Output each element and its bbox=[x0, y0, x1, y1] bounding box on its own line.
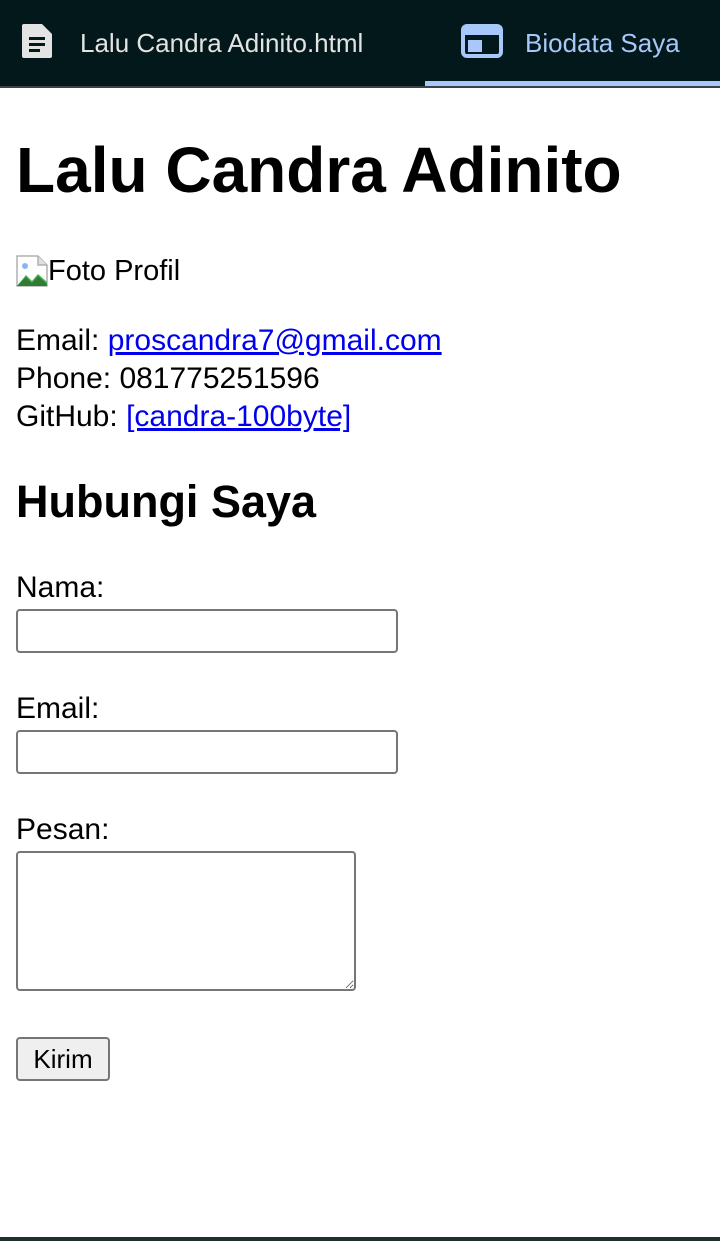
tab-file-label: Lalu Candra Adinito.html bbox=[80, 27, 364, 58]
tab-file[interactable]: Lalu Candra Adinito.html bbox=[0, 0, 425, 86]
web-page-icon bbox=[461, 23, 503, 63]
email-line: Email: proscandra7@gmail.com bbox=[16, 322, 706, 360]
message-label: Pesan: bbox=[16, 813, 110, 846]
document-icon bbox=[18, 22, 56, 65]
contact-form: Nama: Email: Pesan: Kirim bbox=[16, 570, 706, 1081]
tab-biodata[interactable]: Biodata Saya bbox=[425, 0, 720, 86]
tab-bar: Lalu Candra Adinito.html Biodata Saya bbox=[0, 0, 720, 88]
email-input[interactable] bbox=[16, 730, 398, 774]
contact-heading: Hubungi Saya bbox=[16, 476, 317, 527]
tab-biodata-label: Biodata Saya bbox=[525, 27, 680, 58]
contact-info: Email: proscandra7@gmail.com Phone: 0817… bbox=[16, 322, 706, 436]
active-tab-indicator bbox=[425, 81, 720, 86]
github-line: GitHub: [candra-100byte] bbox=[16, 398, 706, 436]
page-title: Lalu Candra Adinito bbox=[16, 134, 622, 206]
profile-photo: Foto Profil bbox=[16, 254, 706, 288]
name-label: Nama: bbox=[16, 571, 105, 604]
phone-label: Phone: bbox=[16, 362, 112, 395]
email-link[interactable]: proscandra7@gmail.com bbox=[108, 324, 442, 357]
bottom-divider bbox=[0, 1237, 720, 1241]
photo-alt-text: Foto Profil bbox=[48, 254, 181, 287]
github-label: GitHub: bbox=[16, 400, 118, 433]
page-content: Lalu Candra Adinito Foto Profil Email: p… bbox=[16, 88, 706, 1081]
broken-image-icon bbox=[16, 255, 48, 287]
name-input[interactable] bbox=[16, 609, 398, 653]
phone-value: 081775251596 bbox=[119, 362, 320, 395]
submit-button[interactable]: Kirim bbox=[16, 1037, 110, 1081]
phone-line: Phone: 081775251596 bbox=[16, 360, 706, 398]
email-label: Email: bbox=[16, 324, 100, 357]
email-field-label: Email: bbox=[16, 692, 100, 725]
github-link[interactable]: [candra-100byte] bbox=[126, 400, 351, 433]
message-textarea[interactable] bbox=[16, 851, 356, 991]
